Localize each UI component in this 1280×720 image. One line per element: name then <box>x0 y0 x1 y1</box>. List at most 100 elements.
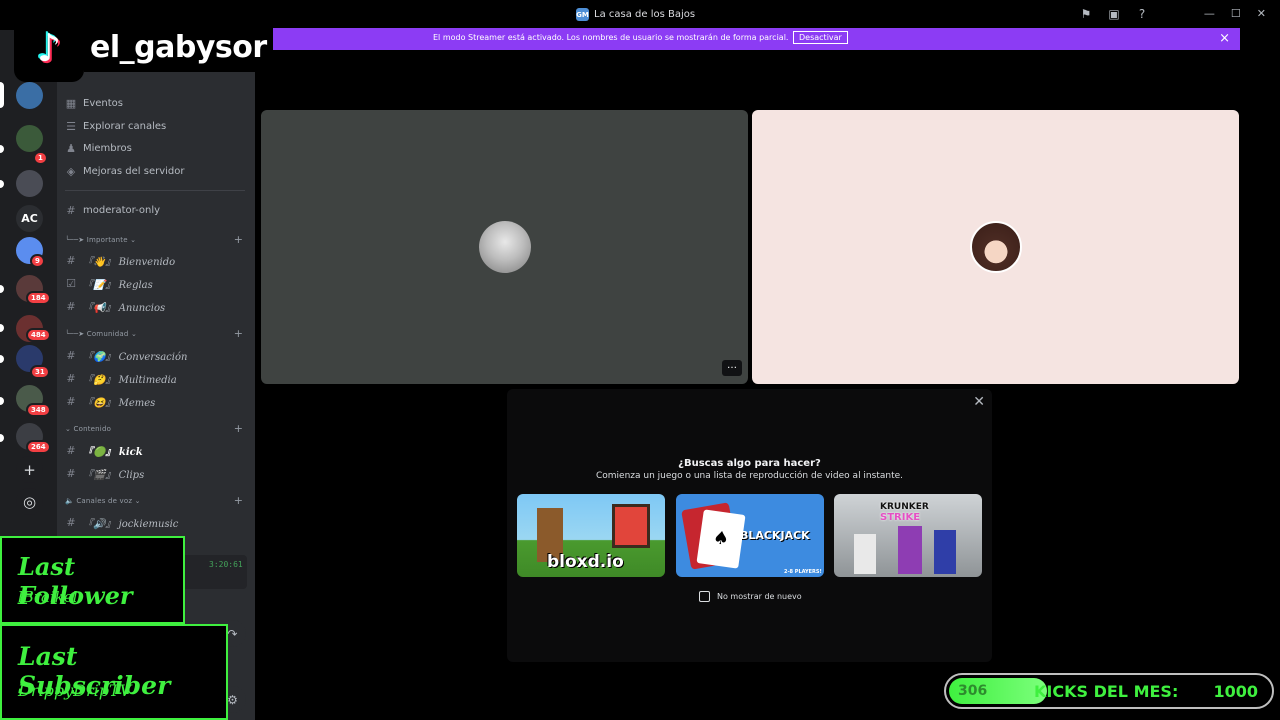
participant-tile-1[interactable]: … <box>261 110 748 384</box>
category-voz[interactable]: 🔈 Canales de voz ⌄ <box>65 497 141 505</box>
channel-name: 『😆』 Memes <box>83 398 156 409</box>
boost-icon: ◈ <box>66 165 76 178</box>
close-window-icon[interactable]: ✕ <box>1257 7 1266 20</box>
add-channel-icon[interactable]: + <box>234 494 243 507</box>
channel-anuncios[interactable]: # 『📢』 Anuncios <box>65 299 165 314</box>
add-channel-icon[interactable]: + <box>234 422 243 435</box>
channel-multimedia[interactable]: # 『🤔』 Multimedia <box>65 371 176 386</box>
mention-badge: 184 <box>26 291 51 305</box>
server-icon: GM <box>576 8 589 21</box>
disable-streamer-button[interactable]: Desactivar <box>793 31 848 44</box>
channel-name: 『👋』 Bienvenido <box>83 257 176 268</box>
sidebar-item-explorar[interactable]: ☰ Explorar canales <box>65 120 166 133</box>
unread-pill <box>0 285 4 293</box>
unread-pill <box>0 355 4 363</box>
activity-suggestions-panel: ✕ ¿Buscas algo para hacer? Comienza un j… <box>507 389 992 662</box>
sidebar-item-eventos[interactable]: ▦ Eventos <box>65 97 123 110</box>
tiktok-overlay: ♪ el_gabysor <box>14 14 298 82</box>
hash-icon: # <box>66 300 76 313</box>
close-banner-icon[interactable]: × <box>1219 31 1230 46</box>
sidebar-item-miembros[interactable]: ♟ Miembros <box>65 142 132 155</box>
server-icon-gm[interactable] <box>16 82 43 109</box>
overlay-value: lBraikel <box>18 588 78 606</box>
channel-bienvenido[interactable]: # 『👋』 Bienvenido <box>65 253 175 268</box>
banner-message: El modo Streamer está activado. Los nomb… <box>433 33 789 42</box>
category-comunidad[interactable]: ╰──➤ Comunidad ⌄ <box>65 330 137 338</box>
close-panel-icon[interactable]: ✕ <box>973 394 985 410</box>
checkbox-label: No mostrar de nuevo <box>717 592 802 601</box>
add-server-icon[interactable]: + <box>16 456 43 483</box>
game-title: BLACKJACK <box>740 529 810 542</box>
calendar-icon: ▦ <box>65 97 77 110</box>
window-title-text: La casa de los Bajos <box>594 9 696 20</box>
sidebar-item-label: Mejoras del servidor <box>83 166 185 177</box>
mention-badge: 484 <box>26 328 51 342</box>
card-face: ♠ <box>696 509 746 569</box>
list-icon: ☰ <box>66 120 76 133</box>
channel-memes[interactable]: # 『😆』 Memes <box>65 394 155 409</box>
participant-tile-2[interactable] <box>752 110 1239 384</box>
category-label: Contenido <box>73 425 112 433</box>
add-channel-icon[interactable]: + <box>234 327 243 340</box>
more-options-icon[interactable]: … <box>722 360 742 376</box>
server-folder-2[interactable] <box>16 170 43 197</box>
mention-badge: 1 <box>33 151 48 165</box>
sidebar-item-mejoras[interactable]: ◈ Mejoras del servidor <box>65 165 185 178</box>
kicks-label: KICKS DEL MES: <box>1034 682 1179 701</box>
kicks-current: 306 <box>958 683 988 699</box>
title-toolbar: ⚑ ▣ ? <box>1079 7 1149 21</box>
selected-server-pill <box>0 82 4 108</box>
window-title: GM La casa de los Bajos <box>576 8 695 21</box>
kicks-goal: 1000 <box>1213 682 1258 701</box>
category-importante[interactable]: ╰──➤ Importante ⌄ <box>65 236 136 244</box>
game-card-bloxd[interactable]: bloxd.io <box>517 494 665 577</box>
members-icon: ♟ <box>66 142 76 155</box>
channel-clips[interactable]: # 『🎬』 Clips <box>65 466 144 481</box>
screen-share-icon[interactable]: ▣ <box>1107 7 1121 21</box>
hash-icon: # <box>66 467 76 480</box>
kicks-goal-bar: 306 KICKS DEL MES: 1000 <box>944 673 1274 709</box>
channel-name: 『📢』 Anuncios <box>83 303 166 314</box>
character-figure <box>934 530 956 574</box>
minimize-icon[interactable]: — <box>1204 7 1215 20</box>
help-icon[interactable]: ? <box>1135 7 1149 21</box>
game-title: KRUNKER STRIKE <box>880 502 929 523</box>
dont-show-again[interactable]: No mostrar de nuevo <box>699 591 802 602</box>
hash-icon: # <box>66 372 76 385</box>
window-controls: — ☐ ✕ <box>1204 7 1266 20</box>
server-folder-1[interactable] <box>16 125 43 152</box>
maximize-icon[interactable]: ☐ <box>1231 7 1241 20</box>
last-subscriber-overlay: Last Subscriber DrippyDripTV <box>0 624 228 720</box>
channel-moderator-only[interactable]: # moderator-only <box>65 204 160 217</box>
streamer-mode-banner: El modo Streamer está activado. Los nomb… <box>255 28 1240 50</box>
game-title: bloxd.io <box>547 552 624 572</box>
game-card-blackjack[interactable]: ♠ BLACKJACK 2-8 PLAYERS! <box>676 494 824 577</box>
channel-name: 『🟢』 kick <box>83 447 143 458</box>
channel-kick[interactable]: # 『🟢』 kick <box>65 443 143 458</box>
mention-badge: 31 <box>30 365 50 379</box>
checkbox[interactable] <box>699 591 710 602</box>
channel-conversacion[interactable]: # 『🌍』 Conversación <box>65 348 187 363</box>
add-channel-icon[interactable]: + <box>234 233 243 246</box>
hash-icon: # <box>66 395 76 408</box>
channel-reglas[interactable]: ☑ 『📝』 Reglas <box>65 276 153 291</box>
category-label: Comunidad <box>86 330 129 338</box>
channel-jockiemusic[interactable]: # 『🔊』 jockiemusic <box>65 515 178 530</box>
game-note: 2-8 PLAYERS! <box>784 569 822 575</box>
mention-badge: 348 <box>26 403 51 417</box>
game-card-krunker[interactable]: KRUNKER STRIKE <box>834 494 982 577</box>
character-figure <box>898 526 922 574</box>
server-ac[interactable]: AC <box>16 205 43 232</box>
channel-name: 『🎬』 Clips <box>83 470 145 481</box>
explore-servers-icon[interactable]: ◎ <box>16 488 43 515</box>
category-label: Importante <box>86 236 128 244</box>
category-contenido[interactable]: ⌄ Contenido <box>65 425 111 433</box>
tiktok-logo-icon: ♪ <box>14 14 84 82</box>
category-label: Canales de voz <box>76 497 133 505</box>
rules-icon: ☑ <box>66 277 76 290</box>
character-block <box>612 504 650 548</box>
last-follower-overlay: Last Follower lBraikel <box>0 536 185 624</box>
participant-avatar <box>969 221 1022 273</box>
flag-icon[interactable]: ⚑ <box>1079 7 1093 21</box>
character-figure <box>854 534 876 574</box>
